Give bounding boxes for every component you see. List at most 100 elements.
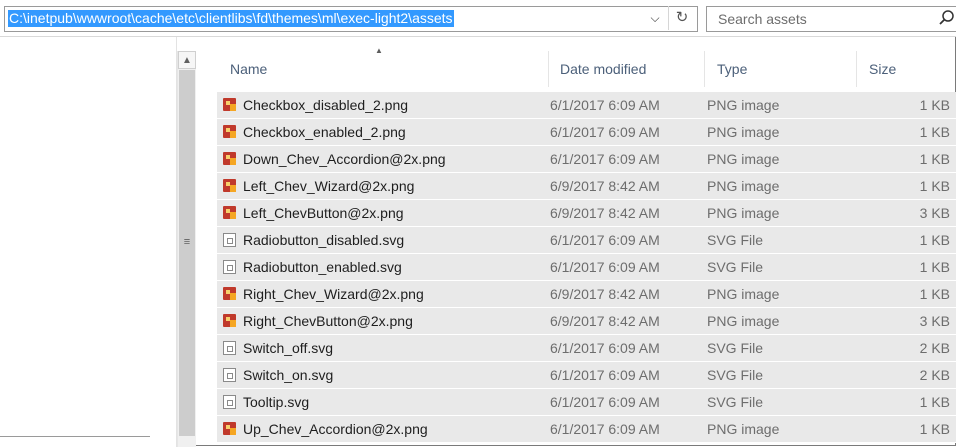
file-type: SVG File [707, 259, 764, 275]
file-name: Right_Chev_Wizard@2x.png [243, 286, 424, 302]
column-separator[interactable] [856, 51, 857, 87]
png-image-icon [223, 98, 236, 111]
file-name: Checkbox_disabled_2.png [243, 97, 409, 113]
column-separator[interactable] [704, 51, 705, 87]
column-header-name[interactable]: Name [230, 51, 267, 87]
file-name: Up_Chev_Accordion@2x.png [243, 421, 428, 437]
file-name: Radiobutton_enabled.svg [243, 259, 402, 275]
address-path-field[interactable]: C:\inetpub\wwwroot\cache\etc\clientlibs\… [4, 6, 698, 32]
file-row[interactable]: Switch_off.svg 6/1/2017 6:09 AM SVG File 2 … [217, 335, 956, 362]
file-date-modified: 6/1/2017 6:09 AM [550, 367, 660, 383]
png-image-icon [223, 287, 236, 300]
svg-file-icon [223, 368, 236, 382]
sort-ascending-icon: ▲ [375, 46, 383, 55]
file-date-modified: 6/1/2017 6:09 AM [550, 259, 660, 275]
file-type: SVG File [707, 340, 764, 356]
file-type: PNG image [707, 97, 780, 113]
file-date-modified: 6/1/2017 6:09 AM [550, 340, 660, 356]
file-type: SVG File [707, 232, 764, 248]
file-date-modified: 6/1/2017 6:09 AM [550, 124, 660, 140]
png-image-icon [223, 152, 236, 165]
file-size: 1 KB [919, 232, 950, 248]
file-row[interactable]: Tooltip.svg 6/1/2017 6:09 AM SVG File 1 KB [217, 389, 956, 416]
file-date-modified: 6/1/2017 6:09 AM [550, 151, 660, 167]
file-type: PNG image [707, 205, 780, 221]
file-size: 2 KB [919, 367, 950, 383]
file-row[interactable]: Radiobutton_disabled.svg 6/1/2017 6:09 AM… [217, 227, 956, 254]
file-date-modified: 6/1/2017 6:09 AM [550, 97, 660, 113]
search-icon[interactable] [937, 8, 956, 28]
file-date-modified: 6/9/2017 8:42 AM [550, 286, 660, 302]
file-type: SVG File [707, 367, 764, 383]
svg-file-icon [223, 233, 236, 247]
file-type: PNG image [707, 313, 780, 329]
file-size: 1 KB [919, 421, 950, 437]
file-name: Left_Chev_Wizard@2x.png [243, 178, 415, 194]
png-image-icon [223, 179, 236, 192]
file-size: 1 KB [919, 97, 950, 113]
file-name: Left_ChevButton@2x.png [243, 205, 404, 221]
file-type: PNG image [707, 151, 780, 167]
file-size: 1 KB [919, 124, 950, 140]
file-row[interactable]: Left_Chev_Wizard@2x.png 6/9/2017 8:42 AM P… [217, 173, 956, 200]
nav-pane-divider [0, 436, 150, 437]
file-row[interactable]: Right_ChevButton@2x.png 6/9/2017 8:42 AM P… [217, 308, 956, 335]
search-input[interactable]: Search assets [706, 6, 956, 32]
file-size: 2 KB [919, 340, 950, 356]
file-name: Right_ChevButton@2x.png [243, 313, 413, 329]
scroll-grip-icon: ≡ [183, 236, 191, 248]
file-name: Switch_on.svg [243, 367, 334, 383]
address-bar: C:\inetpub\wwwroot\cache\etc\clientlibs\… [0, 0, 956, 37]
search-placeholder: Search assets [718, 11, 807, 27]
file-row[interactable]: Checkbox_disabled_2.png 6/1/2017 6:09 AM P… [217, 92, 956, 119]
file-date-modified: 6/9/2017 8:42 AM [550, 205, 660, 221]
file-size: 1 KB [919, 259, 950, 275]
file-size: 1 KB [919, 151, 950, 167]
file-row[interactable]: Up_Chev_Accordion@2x.png 6/1/2017 6:09 AM… [217, 416, 956, 443]
file-date-modified: 6/1/2017 6:09 AM [550, 232, 660, 248]
file-date-modified: 6/9/2017 8:42 AM [550, 178, 660, 194]
png-image-icon [223, 206, 236, 219]
file-type: SVG File [707, 394, 764, 410]
file-name: Down_Chev_Accordion@2x.png [243, 151, 446, 167]
svg-file-icon [223, 395, 236, 409]
file-type: PNG image [707, 178, 780, 194]
file-size: 1 KB [919, 286, 950, 302]
chevron-down-icon: ⌵ [650, 11, 660, 25]
column-header-date-modified[interactable]: Date modified [560, 51, 646, 87]
file-size: 1 KB [919, 178, 950, 194]
file-type: PNG image [707, 124, 780, 140]
file-date-modified: 6/1/2017 6:09 AM [550, 421, 660, 437]
refresh-icon: ↻ [675, 9, 689, 26]
png-image-icon [223, 422, 236, 435]
file-row[interactable]: Down_Chev_Accordion@2x.png 6/1/2017 6:09 … [217, 146, 956, 173]
file-date-modified: 6/9/2017 8:42 AM [550, 313, 660, 329]
file-size: 3 KB [919, 313, 950, 329]
column-header-size[interactable]: Size [869, 51, 896, 87]
column-header-type[interactable]: Type [717, 51, 747, 87]
column-separator[interactable] [548, 51, 549, 87]
file-type: PNG image [707, 286, 780, 302]
file-row[interactable]: Right_Chev_Wizard@2x.png 6/9/2017 8:42 AM… [217, 281, 956, 308]
refresh-button[interactable]: ↻ [668, 6, 695, 30]
file-size: 1 KB [919, 394, 950, 410]
file-name: Checkbox_enabled_2.png [243, 124, 406, 140]
address-path-text[interactable]: C:\inetpub\wwwroot\cache\etc\clientlibs\… [8, 10, 454, 27]
file-list: Checkbox_disabled_2.png 6/1/2017 6:09 AM P… [217, 92, 956, 443]
png-image-icon [223, 125, 236, 138]
file-row[interactable]: Switch_on.svg 6/1/2017 6:09 AM SVG File 2 K… [217, 362, 956, 389]
file-row[interactable]: Left_ChevButton@2x.png 6/9/2017 8:42 AM PN… [217, 200, 956, 227]
scroll-up-arrow-icon[interactable]: ▲ [178, 51, 196, 69]
navigation-pane[interactable] [0, 37, 177, 447]
file-name: Radiobutton_disabled.svg [243, 232, 405, 248]
nav-pane-scrollbar[interactable]: ▲ ≡ [177, 51, 196, 447]
file-date-modified: 6/1/2017 6:09 AM [550, 394, 660, 410]
png-image-icon [223, 314, 236, 327]
scroll-thumb[interactable]: ≡ [179, 70, 195, 436]
address-dropdown-button[interactable]: ⌵ [644, 6, 666, 30]
svg-file-icon [223, 260, 236, 274]
file-row[interactable]: Checkbox_enabled_2.png 6/1/2017 6:09 AM PN… [217, 119, 956, 146]
file-row[interactable]: Radiobutton_enabled.svg 6/1/2017 6:09 AM S… [217, 254, 956, 281]
file-size: 3 KB [919, 205, 950, 221]
file-type: PNG image [707, 421, 780, 437]
